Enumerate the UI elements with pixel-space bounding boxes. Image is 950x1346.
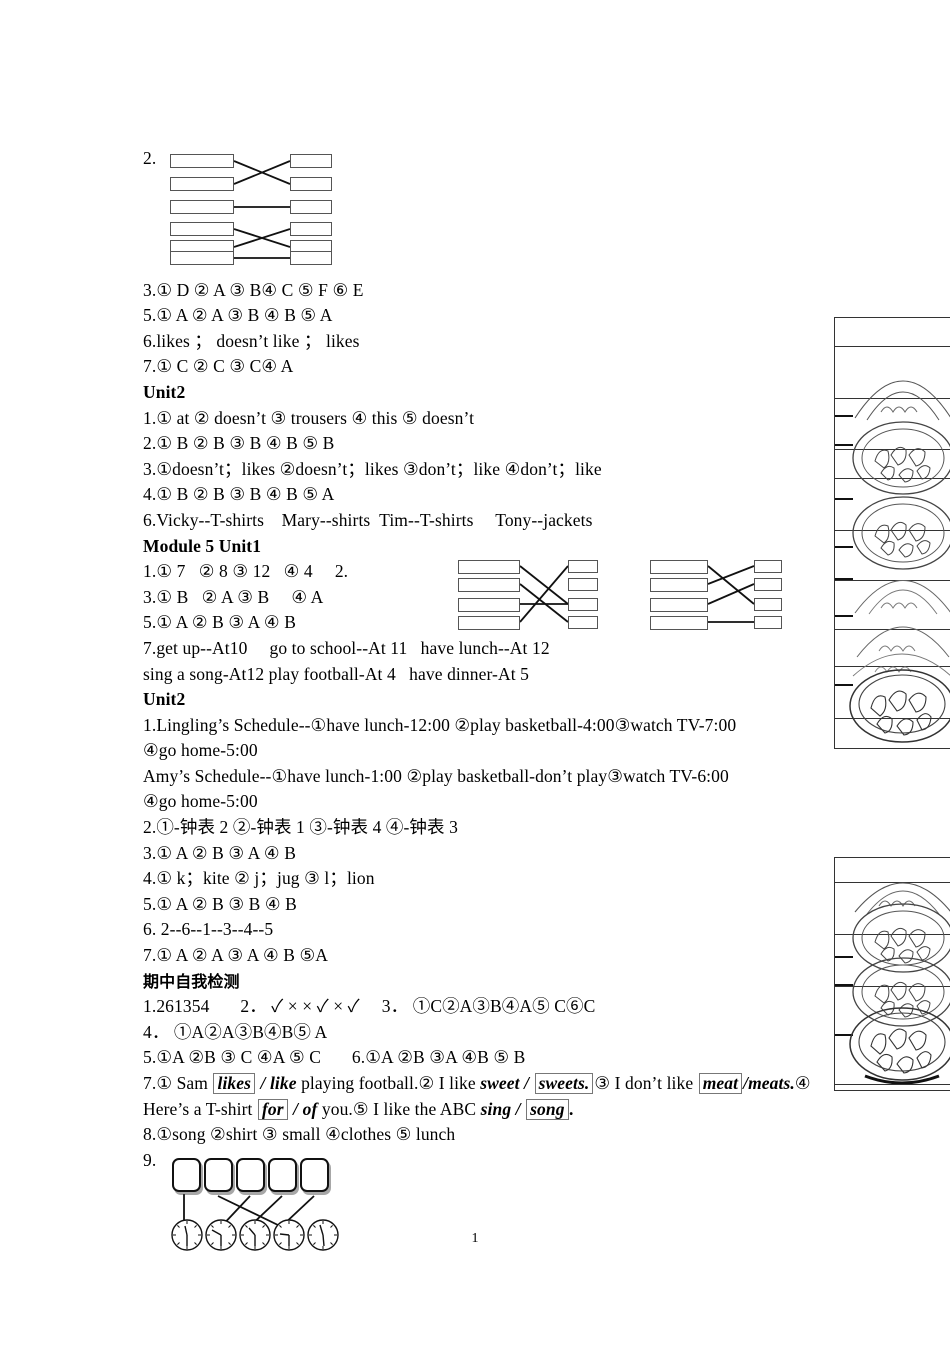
item7-choice-meats: /meats. bbox=[743, 1073, 795, 1093]
bowl-drawing bbox=[849, 653, 950, 743]
item7-sep-1: / bbox=[519, 1073, 534, 1093]
line-m5u2-1a: 1.Lingling’s Schedule--①have lunch-12:00… bbox=[143, 714, 737, 735]
line-m5-7b: sing a song-At12 play football-At 4 have… bbox=[143, 663, 529, 684]
line-m5u2-2: 2.①-钟表 2 ②-钟表 1 ③-钟表 4 ④-钟表 3 bbox=[143, 817, 458, 838]
item7-choice-likes[interactable]: likes bbox=[213, 1073, 256, 1094]
bowl-drawing bbox=[849, 1007, 950, 1084]
heading-unit2-b: Unit2 bbox=[143, 689, 186, 710]
line-exercise2-label: 2. bbox=[143, 148, 157, 168]
item7-seg4: ③ I don’t like bbox=[594, 1073, 698, 1093]
item7-choice-sweet: sweet bbox=[480, 1073, 520, 1093]
line-u2-2: 2.① B ② B ③ B ④ B ⑤ B bbox=[143, 433, 335, 454]
line-m5u2-5: 5.① A ② B ③ B ④ B bbox=[143, 893, 297, 914]
line-u2-4: 4.① B ② B ③ B ④ B ⑤ A bbox=[143, 484, 335, 505]
line-u2-3: 3.①doesn’t；likes ②doesn’t；likes ③don’t；l… bbox=[143, 458, 602, 479]
page-number: 1 bbox=[471, 1231, 479, 1246]
item7-sep-2: / bbox=[511, 1098, 526, 1119]
line-mt-1: 1.261354 2． ✓ × × ✓ × ✓ 3． ①C②A③B④A⑤ C⑥C bbox=[143, 996, 596, 1017]
word-box[interactable] bbox=[236, 1158, 265, 1192]
line-mt-4: 4． ①A②A③B④B⑤ A bbox=[143, 1021, 328, 1042]
line-m5-1: 1.① 7 ② 8 ③ 12 ④ 4 2. bbox=[143, 561, 349, 582]
line-m5-7a: 7.get up--At10 go to school--At 11 have … bbox=[143, 637, 550, 658]
line-m5u2-3: 3.① A ② B ③ A ④ B bbox=[143, 842, 296, 863]
line-m5u2-1c: Amy’s Schedule--①have lunch-1:00 ②play b… bbox=[143, 765, 729, 786]
line-u2-1: 1.① at ② doesn’t ③ trousers ④ this ⑤ doe… bbox=[143, 407, 475, 428]
item7-seg2: playing football.② I like bbox=[296, 1073, 481, 1093]
word-box[interactable] bbox=[204, 1158, 233, 1192]
line-m5u2-1b: ④go home-5:00 bbox=[143, 740, 258, 761]
heading-module5-unit1: Module 5 Unit1 bbox=[143, 535, 262, 556]
item7-choice-like: / like bbox=[256, 1073, 297, 1093]
heading-unit2-a: Unit2 bbox=[143, 381, 186, 402]
line-mt-8: 8.①song ②shirt ③ small ④clothes ⑤ lunch bbox=[143, 1124, 456, 1145]
line-m5-3: 3.① B ② A ③ B ④ A bbox=[143, 586, 324, 607]
line-mt-5: 5.①A ②B ③ C ④A ⑤ C 6.①A ②B ③A ④B ⑤ B bbox=[143, 1047, 526, 1068]
bowl-drawing bbox=[852, 421, 950, 495]
line-6: 6.likes ； doesn’t like ； likes bbox=[143, 330, 360, 351]
word-box[interactable] bbox=[300, 1158, 329, 1192]
item7-end: . bbox=[569, 1098, 575, 1119]
word-box[interactable] bbox=[172, 1158, 201, 1192]
line-m5u2-7: 7.① A ② A ③ A ④ B ⑤A bbox=[143, 945, 328, 966]
item7-choice-of: / of bbox=[288, 1098, 318, 1119]
line-u2-6: 6.Vicky--T-shirts Mary--shirts Tim--T-sh… bbox=[143, 509, 593, 530]
heading-midterm-self-test: 期中自我检测 bbox=[143, 971, 240, 991]
item7-choice-sweets[interactable]: sweets. bbox=[534, 1073, 594, 1094]
item7-choice-for[interactable]: for bbox=[257, 1098, 288, 1120]
answer-key-text: 2. 3.① D ② A ③ B④ C ⑤ F ⑥ E 5.① A ② A ③ … bbox=[143, 146, 843, 1173]
scanned-bowl-strip-upper bbox=[834, 317, 950, 749]
scanned-bowl-strip-lower bbox=[834, 857, 950, 1091]
item7-choice-song[interactable]: song bbox=[526, 1098, 569, 1120]
line-5: 5.① A ② A ③ B ④ B ⑤ A bbox=[143, 305, 333, 326]
document-page: 2. 3.① D ② A ③ B④ C ⑤ F ⑥ E 5.① A ② A ③ … bbox=[0, 0, 950, 1346]
line-m5u2-1d: ④go home-5:00 bbox=[143, 791, 258, 812]
line-7: 7.① C ② C ③ C④ A bbox=[143, 356, 294, 377]
word-box[interactable] bbox=[268, 1158, 297, 1192]
item7-seg8: you.⑤ I like the ABC bbox=[317, 1098, 481, 1119]
line-mt-7: 7.① Sam likes / like playing football.② … bbox=[143, 1071, 815, 1122]
item7-choice-meat[interactable]: meat bbox=[698, 1073, 743, 1094]
line-m5u2-6: 6. 2--6--1--3--4--5 bbox=[143, 919, 274, 940]
item7-prefix: 7.① Sam bbox=[143, 1073, 213, 1093]
line-m5-5: 5.① A ② B ③ A ④ B bbox=[143, 612, 296, 633]
line-m5u2-4: 4.① k；kite ② j；jug ③ l；lion bbox=[143, 868, 375, 889]
line-3: 3.① D ② A ③ B④ C ⑤ F ⑥ E bbox=[143, 279, 364, 300]
item7-choice-sing: sing bbox=[480, 1098, 512, 1119]
